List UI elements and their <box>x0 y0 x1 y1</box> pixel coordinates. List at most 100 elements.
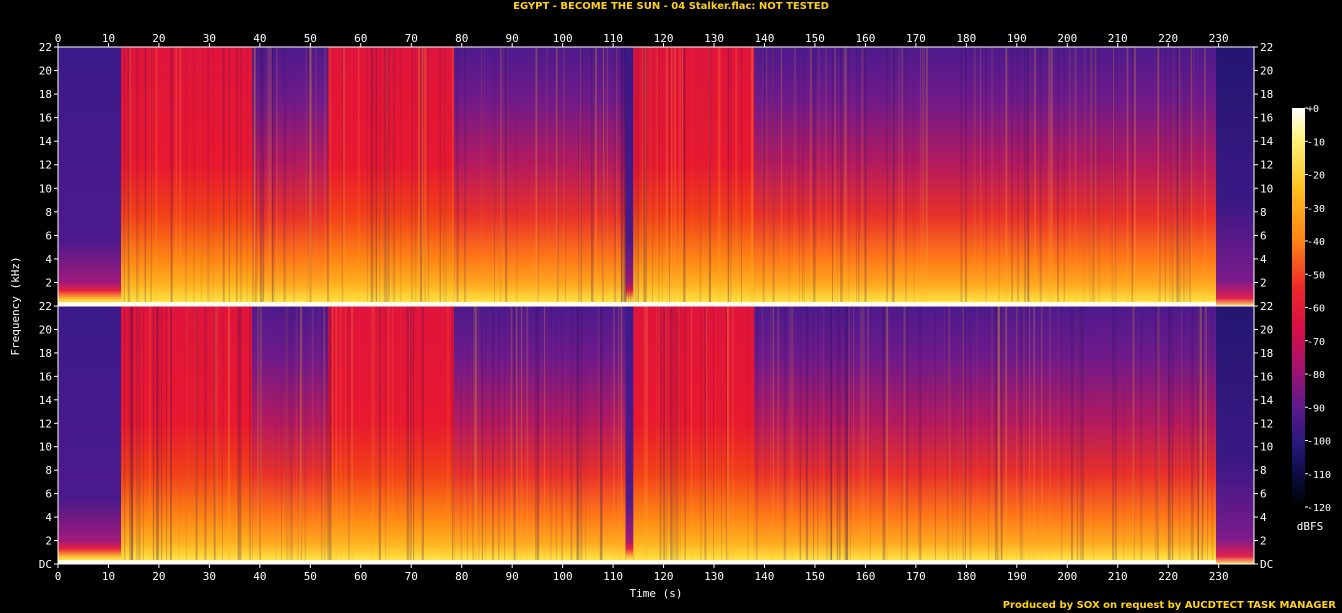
texture-streak <box>1190 47 1192 302</box>
texture-streak <box>1157 47 1159 302</box>
texture-streak <box>339 306 342 560</box>
texture-streak <box>628 47 629 302</box>
texture-streak <box>411 47 413 302</box>
footer-credit: Produced by SOX on request by AUCDTECT T… <box>1002 600 1336 611</box>
texture-streak <box>651 47 653 302</box>
texture-streak <box>206 47 208 302</box>
texture-streak <box>201 47 203 302</box>
texture-streak <box>1169 306 1172 560</box>
texture-streak <box>980 47 982 302</box>
texture-streak <box>856 47 857 302</box>
texture-streak <box>228 47 230 302</box>
texture-streak <box>672 306 675 560</box>
texture-streak <box>1091 47 1093 302</box>
texture-streak <box>170 306 172 560</box>
texture-streak <box>741 47 742 302</box>
texture-streak <box>948 306 951 560</box>
texture-streak <box>345 306 346 560</box>
texture-streak <box>725 306 728 560</box>
texture-streak <box>1207 306 1208 560</box>
texture-streak <box>809 47 811 302</box>
texture-streak <box>762 47 765 302</box>
texture-streak <box>283 47 286 302</box>
y-tick-label-left: 4 <box>45 511 52 524</box>
y-tick-label-right: 16 <box>1260 112 1273 125</box>
texture-streak <box>379 306 381 560</box>
texture-streak <box>480 47 483 302</box>
texture-streak <box>513 306 516 560</box>
texture-streak <box>399 47 402 302</box>
texture-streak <box>1060 306 1063 560</box>
y-tick-label-left: 10 <box>39 182 52 195</box>
texture-streak <box>1154 306 1156 560</box>
y-tick-label-right: 6 <box>1260 229 1267 242</box>
texture-streak <box>1039 47 1042 302</box>
texture-streak <box>762 306 763 560</box>
y-tick-label-left: 14 <box>39 394 53 407</box>
texture-streak <box>178 306 180 560</box>
y-tick-label-left: 2 <box>45 276 52 289</box>
texture-streak <box>391 306 394 560</box>
texture-streak <box>832 47 833 302</box>
texture-streak <box>1089 47 1091 302</box>
texture-streak <box>898 47 900 302</box>
x-tick-label-top: 0 <box>55 32 62 45</box>
texture-streak <box>777 306 779 560</box>
texture-streak <box>1063 47 1066 302</box>
texture-streak <box>520 306 523 560</box>
texture-streak <box>550 306 552 560</box>
texture-streak <box>259 47 262 302</box>
texture-streak <box>321 306 323 560</box>
texture-streak <box>1094 47 1097 302</box>
texture-streak <box>555 306 557 560</box>
texture-streak <box>1029 47 1031 302</box>
y-tick-label-left: 12 <box>39 159 52 172</box>
texture-streak <box>204 306 207 560</box>
texture-streak <box>578 47 580 302</box>
x-tick-label-top: 150 <box>805 32 825 45</box>
texture-streak <box>578 306 580 560</box>
texture-streak <box>1049 47 1051 302</box>
texture-streak <box>1201 306 1204 560</box>
texture-streak <box>155 47 158 302</box>
y-tick-label-right: 18 <box>1260 347 1273 360</box>
texture-streak <box>656 306 658 560</box>
texture-streak <box>170 47 173 302</box>
texture-streak <box>290 306 293 560</box>
y-tick-label-left: 14 <box>39 135 53 148</box>
texture-streak <box>186 306 188 560</box>
texture-streak <box>236 47 238 302</box>
x-tick-label-top: 230 <box>1209 32 1229 45</box>
x-tick-label-bottom: 100 <box>553 570 573 583</box>
texture-streak <box>882 306 885 560</box>
texture-streak <box>331 306 333 560</box>
texture-streak <box>886 306 889 560</box>
y-tick-label-left: 22 <box>39 41 52 54</box>
texture-streak <box>213 306 216 560</box>
texture-streak <box>814 47 816 302</box>
texture-streak <box>371 47 374 302</box>
texture-streak <box>138 306 141 560</box>
x-tick-label-top: 120 <box>654 32 674 45</box>
texture-streak <box>649 47 650 302</box>
texture-streak <box>772 306 774 560</box>
y-tick-label-right: 4 <box>1260 253 1267 266</box>
y-tick-label-left: 20 <box>39 323 52 336</box>
texture-streak <box>1079 306 1082 560</box>
texture-streak <box>143 306 145 560</box>
colorbar-tick-label: -10 <box>1307 137 1325 148</box>
x-axis-label: Time (s) <box>630 587 683 600</box>
texture-streak <box>681 47 683 302</box>
texture-streak <box>1040 306 1043 560</box>
texture-streak <box>836 47 838 302</box>
texture-streak <box>561 306 563 560</box>
texture-streak <box>656 47 658 302</box>
texture-streak <box>783 306 786 560</box>
x-tick-label-top: 160 <box>855 32 875 45</box>
x-tick-label-top: 30 <box>203 32 216 45</box>
y-axis-label: Frequency (kHz) <box>9 256 22 355</box>
texture-streak <box>546 47 548 302</box>
texture-streak <box>1081 306 1084 560</box>
texture-streak <box>892 47 895 302</box>
texture-streak <box>644 47 647 302</box>
